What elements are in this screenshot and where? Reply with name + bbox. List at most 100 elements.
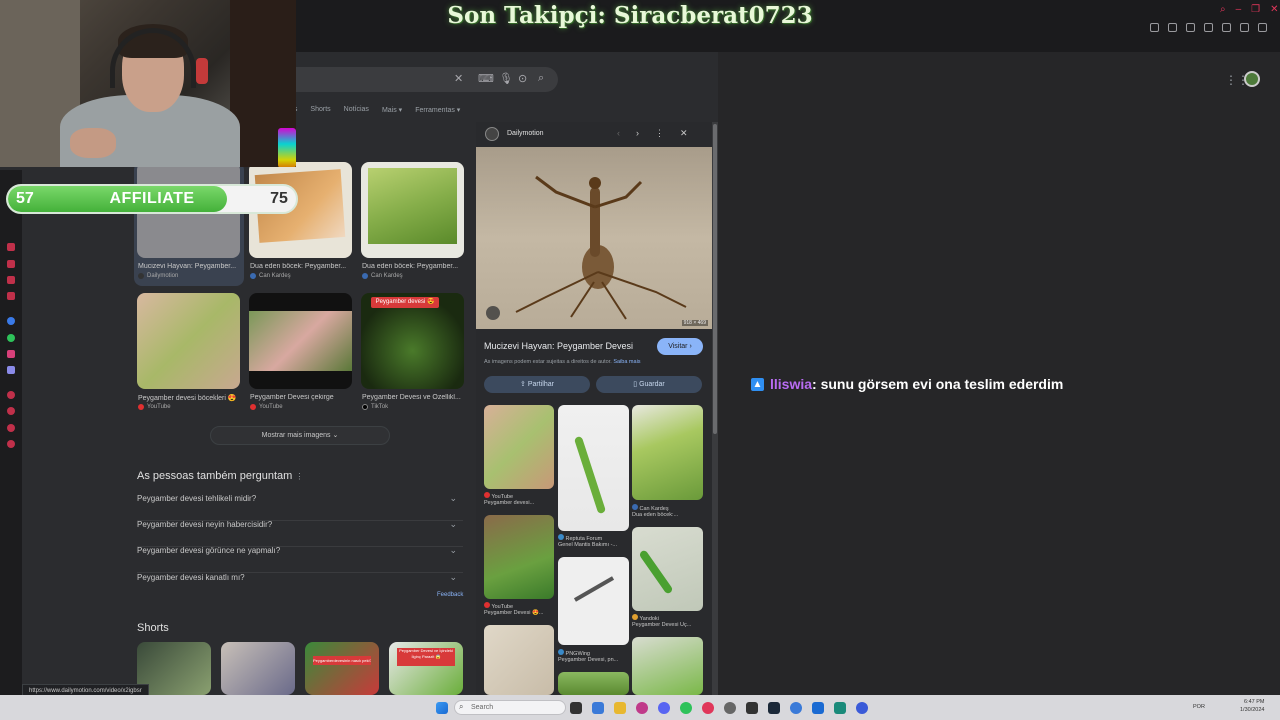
visit-button[interactable]: Visitar › (657, 338, 703, 355)
save-button[interactable]: ▯ Guardar (596, 376, 702, 393)
camera-lens-icon[interactable]: ⊙ (518, 72, 527, 85)
related-image[interactable] (558, 557, 629, 645)
question-item[interactable]: Peygamber devesi neyin habercisidir? ⌄ (137, 519, 463, 547)
clear-icon[interactable]: ✕ (454, 72, 463, 85)
related-image[interactable] (558, 672, 629, 695)
image-thumbnail[interactable]: Peygamber devesi 😍 (361, 293, 464, 389)
related-image[interactable] (632, 637, 703, 695)
chat-message: ▲ lliswia: sunu görsem evi ona teslim ed… (751, 376, 1063, 392)
browser-icon[interactable] (636, 702, 648, 714)
clock[interactable]: 6:47 PM 1/30/2024 (1240, 698, 1264, 714)
close-icon[interactable]: ✕ (1270, 4, 1278, 15)
more-options-icon[interactable]: ⋮ (655, 128, 664, 139)
related-image[interactable] (632, 527, 703, 611)
app-icon[interactable] (724, 702, 736, 714)
app-icon[interactable] (592, 702, 604, 714)
share-button[interactable]: ⇪ Partilhar (484, 376, 590, 393)
avatar[interactable] (1244, 71, 1260, 87)
related-caption: Reptuta Forum Genel Mantis Bakımı -... (558, 534, 617, 548)
screenshot-icon[interactable] (1168, 22, 1177, 32)
image-title[interactable]: Dua eden böcek: Peygamber... (362, 263, 464, 270)
tab-shorts[interactable]: Shorts (310, 106, 330, 114)
people-also-ask-title: As pessoas também perguntam ⋮ (137, 470, 304, 482)
tab-news[interactable]: Notícias (344, 106, 369, 114)
image-title[interactable]: Peygamber devesi böcekleri 😍 (138, 394, 240, 402)
question-item[interactable]: Peygamber devesi kanatlı mı? ⌄ (137, 572, 463, 599)
question-item[interactable]: Peygamber devesi görünce ne yapmalı? ⌄ (137, 545, 463, 573)
short-video[interactable]: Peygamber Devesi ve İçindeki İlginç Para… (389, 642, 463, 695)
image-thumbnail[interactable] (361, 162, 464, 258)
short-video[interactable] (221, 642, 295, 695)
messenger-icon[interactable] (7, 317, 15, 325)
tab-tools[interactable]: Ferramentas ▾ (415, 106, 460, 114)
sidebar-app-icon[interactable] (7, 243, 15, 251)
related-image[interactable] (484, 625, 554, 695)
related-caption: Can Kardeş Dua eden böcek:... (632, 504, 679, 518)
learn-more-link[interactable]: Saiba mais (613, 359, 640, 365)
history-icon[interactable] (7, 407, 15, 415)
language-indicator[interactable]: POR (1193, 704, 1205, 710)
related-image[interactable] (632, 405, 703, 500)
short-video[interactable]: Peygamberdevesinin nasılı peki? (305, 642, 379, 695)
preview-source[interactable]: Dailymotion (507, 130, 544, 137)
preview-image[interactable]: 918 × 469 (476, 147, 712, 329)
window-controls: ⌕ – ❐ ✕ (1220, 4, 1279, 15)
microphone-icon[interactable]: 🎙 (499, 72, 513, 85)
app-icon[interactable] (834, 702, 846, 714)
image-title[interactable]: Dua eden böcek: Peygamber... (250, 263, 352, 270)
settings-icon[interactable] (1240, 22, 1249, 32)
image-title[interactable]: Peygamber Devesi ve Özellikl... (362, 394, 464, 401)
related-image[interactable] (558, 405, 629, 531)
related-image[interactable] (484, 515, 554, 599)
ai-icon[interactable] (1258, 22, 1267, 32)
discord-icon[interactable] (658, 702, 670, 714)
whatsapp-icon[interactable] (680, 702, 692, 714)
minimize-icon[interactable]: – (1236, 4, 1242, 15)
sidebar-app-icon[interactable] (7, 424, 15, 432)
close-icon[interactable]: ✕ (680, 128, 688, 139)
image-title[interactable]: Mucizevi Hayvan: Peygamber... (138, 263, 240, 270)
windows-start-icon[interactable] (436, 702, 448, 714)
search-icon[interactable]: ⌕ (1220, 4, 1226, 15)
app-icon[interactable] (790, 702, 802, 714)
next-icon[interactable]: › (636, 128, 639, 139)
sidebar-app-icon[interactable] (7, 391, 15, 399)
instagram-icon[interactable] (7, 350, 15, 358)
download-icon[interactable] (1222, 22, 1231, 32)
feedback-link[interactable]: Feedback (437, 592, 463, 598)
whatsapp-icon[interactable] (7, 334, 15, 342)
image-label-badge: Peygamber devesi 😍 (371, 297, 439, 308)
play-icon[interactable] (1186, 22, 1195, 32)
bookmark-icon[interactable] (1150, 22, 1159, 32)
obs-icon[interactable] (746, 702, 758, 714)
tab-more[interactable]: Mais ▾ (382, 106, 402, 114)
search-icon[interactable]: ⌕ (538, 72, 544, 85)
app-icon[interactable] (812, 702, 824, 714)
app-icon[interactable] (856, 702, 868, 714)
file-explorer-icon[interactable] (614, 702, 626, 714)
short-badge: Peygamber Devesi ve İçindeki İlginç Para… (397, 648, 455, 666)
taskview-icon[interactable] (570, 702, 582, 714)
question-item[interactable]: Peygamber devesi tehlikeli midir? ⌄ (137, 493, 463, 521)
steam-icon[interactable] (768, 702, 780, 714)
heart-icon[interactable] (1204, 22, 1213, 32)
image-thumbnail[interactable] (249, 293, 352, 389)
taskbar-search[interactable]: Search (454, 700, 566, 715)
webcam-streamer-hand (70, 128, 116, 158)
previous-icon[interactable]: ‹ (617, 128, 620, 139)
sidebar-app-icon[interactable] (7, 276, 15, 284)
image-title[interactable]: Peygamber Devesi çekirge (250, 394, 352, 401)
related-image[interactable] (484, 405, 554, 489)
sidebar-app-icon[interactable] (7, 292, 15, 300)
discord-icon[interactable] (7, 366, 15, 374)
sidebar-app-icon[interactable] (7, 260, 15, 268)
keyboard-icon[interactable]: ⌨ (478, 72, 494, 85)
preview-title[interactable]: Mucizevi Hayvan: Peygamber Devesi (484, 341, 633, 351)
image-thumbnail[interactable] (137, 293, 240, 389)
more-images-button[interactable]: Mostrar mais imagens ⌄ (210, 426, 390, 445)
image-source: YouTube (138, 404, 171, 410)
settings-icon[interactable] (7, 440, 15, 448)
opera-icon[interactable] (702, 702, 714, 714)
scrollbar-thumb[interactable] (713, 124, 717, 434)
maximize-icon[interactable]: ❐ (1251, 4, 1260, 15)
